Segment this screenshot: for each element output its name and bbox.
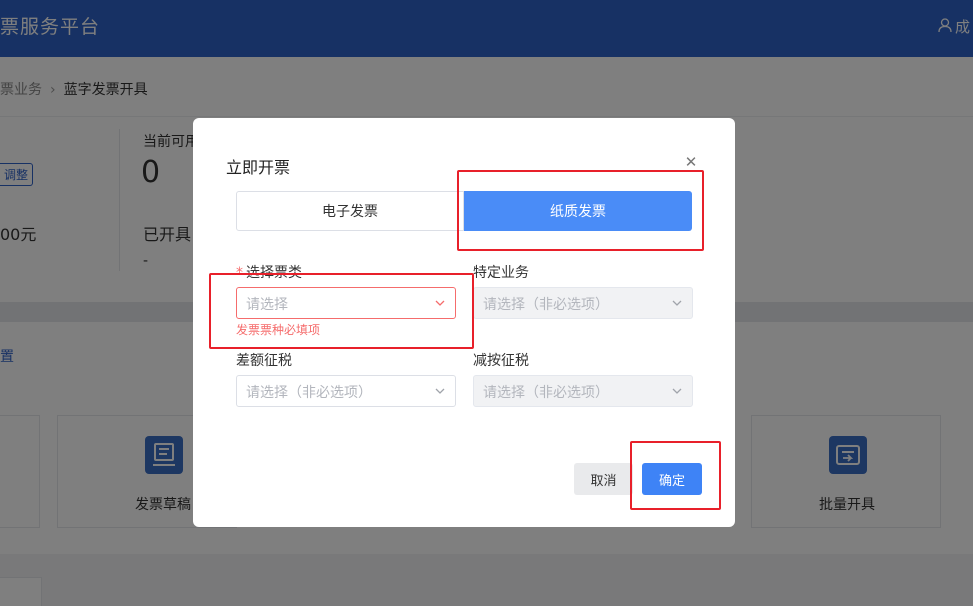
close-icon[interactable]: ✕ bbox=[683, 154, 699, 170]
difference-tax-label: 差额征税 bbox=[236, 353, 292, 369]
highlight-ticket-type bbox=[209, 273, 474, 349]
highlight-confirm bbox=[630, 441, 721, 510]
difference-tax-placeholder: 请选择（非必选项） bbox=[246, 385, 372, 401]
highlight-paper-tab bbox=[457, 170, 704, 251]
special-business-label: 特定业务 bbox=[473, 265, 529, 281]
special-business-placeholder: 请选择（非必选项） bbox=[483, 297, 609, 313]
chevron-down-icon bbox=[672, 388, 682, 394]
chevron-down-icon bbox=[672, 300, 682, 306]
reduced-tax-placeholder: 请选择（非必选项） bbox=[483, 385, 609, 401]
chevron-down-icon bbox=[435, 388, 445, 394]
cancel-button[interactable]: 取消 bbox=[574, 463, 633, 495]
dialog-title: 立即开票 bbox=[226, 158, 291, 177]
reduced-tax-select[interactable]: 请选择（非必选项） bbox=[473, 375, 693, 407]
tab-electronic-invoice[interactable]: 电子发票 bbox=[236, 191, 464, 231]
difference-tax-select[interactable]: 请选择（非必选项） bbox=[236, 375, 456, 407]
reduced-tax-label: 减按征税 bbox=[473, 353, 529, 369]
special-business-select[interactable]: 请选择（非必选项） bbox=[473, 287, 693, 319]
